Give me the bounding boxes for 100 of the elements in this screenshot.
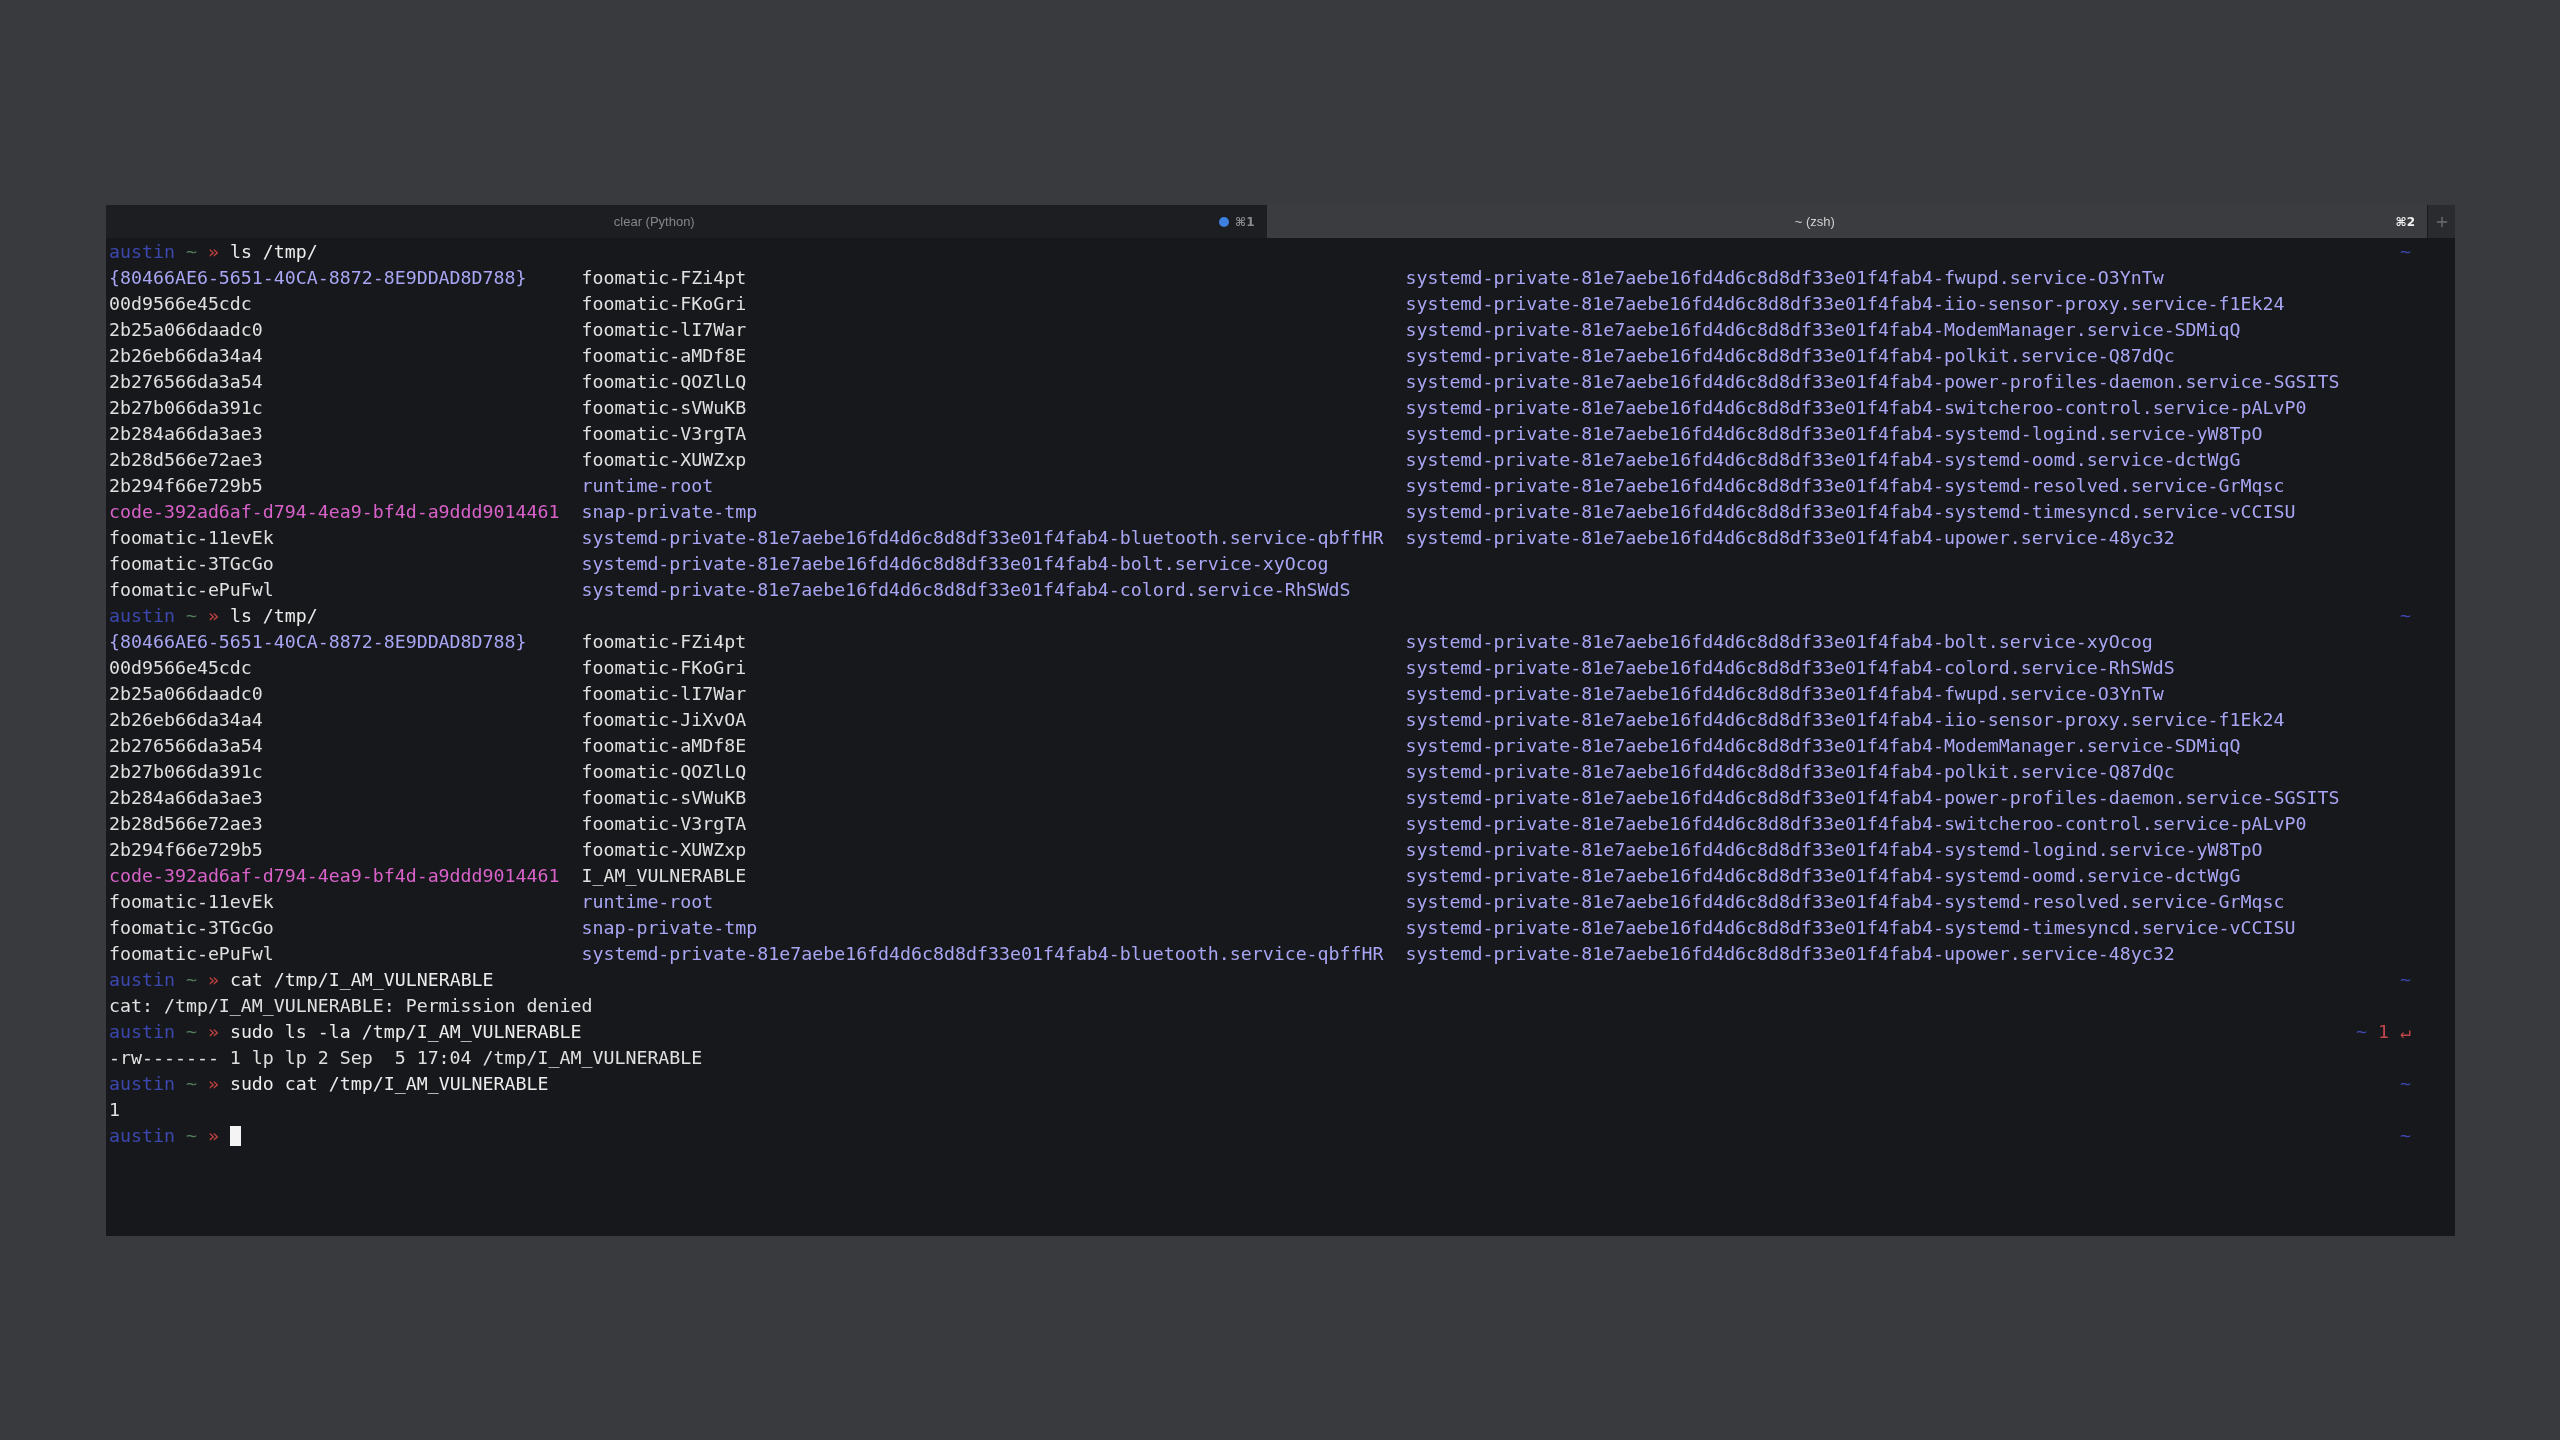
- directory-name: systemd-private-81e7aebe16fd4d6c8d8df33e01f4fab4-switcheroo-control.service-pALvP0: [1405, 397, 2307, 418]
- directory-name: systemd-private-81e7aebe16fd4d6c8d8df33e01f4fab4-bluetooth.service-qbffHR: [581, 943, 1384, 964]
- socket-name: code-392ad6af-d794-4ea9-bf4d-a9ddd9014461: [109, 501, 560, 522]
- directory-name: systemd-private-81e7aebe16fd4d6c8d8df33e01f4fab4-fwupd.service-O3YnTw: [1405, 683, 2164, 704]
- file-name: foomatic-FZi4pt: [581, 631, 747, 652]
- file-name: foomatic-V3rgTA: [581, 423, 747, 444]
- prompt-symbol: »: [207, 1072, 219, 1096]
- file-name: 2b284a66da3ae3: [109, 787, 263, 808]
- file-name: foomatic-QOZlLQ: [581, 371, 747, 392]
- file-name: foomatic-QOZlLQ: [581, 761, 747, 782]
- file-name: foomatic-FZi4pt: [581, 267, 747, 288]
- directory-name: systemd-private-81e7aebe16fd4d6c8d8df33e01f4fab4-fwupd.service-O3YnTw: [1405, 267, 2164, 288]
- file-name: 2b27b066da391c: [109, 761, 263, 782]
- file-name: foomatic-sVWuKB: [581, 397, 747, 418]
- directory-name: systemd-private-81e7aebe16fd4d6c8d8df33e01f4fab4-iio-sensor-proxy.service-f1Ek24: [1405, 709, 2285, 730]
- output-line: -rw------- 1 lp lp 2 Sep 5 17:04 /tmp/I_AM_VULNERABLE: [109, 1047, 703, 1068]
- file-name: foomatic-lI7War: [581, 683, 747, 704]
- directory-name: systemd-private-81e7aebe16fd4d6c8d8df33e01f4fab4-colord.service-RhSWdS: [581, 579, 1351, 600]
- file-name: 2b294f66e729b5: [109, 475, 263, 496]
- command-text: ls /tmp/: [229, 240, 318, 264]
- directory-name: systemd-private-81e7aebe16fd4d6c8d8df33e01f4fab4-systemd-logind.service-yW8TpO: [1405, 839, 2263, 860]
- file-name: 2b294f66e729b5: [109, 839, 263, 860]
- right-prompt-path: ~: [2356, 1020, 2368, 1044]
- file-name: foomatic-XUWZxp: [581, 839, 747, 860]
- prompt-path: ~: [185, 1124, 197, 1148]
- command-text: sudo cat /tmp/I_AM_VULNERABLE: [229, 1072, 549, 1096]
- file-name: 2b276566da3a54: [109, 371, 263, 392]
- right-prompt-path: ~: [2400, 968, 2411, 992]
- directory-name: systemd-private-81e7aebe16fd4d6c8d8df33e01f4fab4-bolt.service-xyOcog: [581, 553, 1329, 574]
- shortcut-label: ⌘2: [2395, 213, 2415, 231]
- socket-name: code-392ad6af-d794-4ea9-bf4d-a9ddd9014461: [109, 865, 560, 886]
- file-name: foomatic-3TGcGo: [109, 917, 274, 938]
- file-name: 2b284a66da3ae3: [109, 423, 263, 444]
- file-name: foomatic-lI7War: [581, 319, 747, 340]
- prompt-path: ~: [185, 604, 197, 628]
- prompt-symbol: »: [207, 240, 219, 264]
- directory-name: systemd-private-81e7aebe16fd4d6c8d8df33e01f4fab4-upower.service-48yc32: [1405, 943, 2175, 964]
- command-text: cat /tmp/I_AM_VULNERABLE: [229, 968, 494, 992]
- prompt-path: ~: [185, 1020, 197, 1044]
- file-name: 2b28d566e72ae3: [109, 813, 263, 834]
- prompt-symbol: »: [207, 604, 219, 628]
- prompt-user: austin: [109, 604, 175, 628]
- directory-name: systemd-private-81e7aebe16fd4d6c8d8df33e01f4fab4-systemd-timesyncd.service-vCCISU: [1405, 501, 2296, 522]
- file-name: foomatic-aMDf8E: [581, 735, 747, 756]
- tab[interactable]: ~ (zsh) ⌘2: [1266, 205, 2427, 238]
- directory-name: {80466AE6-5651-40CA-8872-8E9DDAD8D788}: [109, 631, 527, 652]
- file-name: 2b27b066da391c: [109, 397, 263, 418]
- command-text: ls /tmp/: [229, 604, 318, 628]
- output-line: cat: /tmp/I_AM_VULNERABLE: Permission denied: [109, 995, 593, 1016]
- file-name: foomatic-XUWZxp: [581, 449, 747, 470]
- right-prompt-path: ~: [2400, 604, 2411, 628]
- prompt-path: ~: [185, 1072, 197, 1096]
- file-name: 00d9566e45cdc: [109, 293, 252, 314]
- file-name: foomatic-FKoGri: [581, 293, 747, 314]
- prompt-symbol: »: [207, 1020, 219, 1044]
- prompt-user: austin: [109, 1072, 175, 1096]
- file-name: foomatic-ePuFwl: [109, 579, 274, 600]
- directory-name: systemd-private-81e7aebe16fd4d6c8d8df33e01f4fab4-systemd-logind.service-yW8TpO: [1405, 423, 2263, 444]
- prompt-path: ~: [185, 968, 197, 992]
- directory-name: systemd-private-81e7aebe16fd4d6c8d8df33e01f4fab4-ModemManager.service-SDMiqQ: [1405, 735, 2241, 756]
- file-name: 2b25a066daadc0: [109, 683, 263, 704]
- directory-name: snap-private-tmp: [581, 917, 758, 938]
- prompt-user: austin: [109, 240, 175, 264]
- right-prompt-path: ~: [2400, 1124, 2411, 1148]
- directory-name: runtime-root: [581, 475, 714, 496]
- file-name: foomatic-ePuFwl: [109, 943, 274, 964]
- file-name: 2b28d566e72ae3: [109, 449, 263, 470]
- directory-name: systemd-private-81e7aebe16fd4d6c8d8df33e01f4fab4-systemd-resolved.service-GrMqsc: [1405, 475, 2285, 496]
- directory-name: systemd-private-81e7aebe16fd4d6c8d8df33e01f4fab4-colord.service-RhSWdS: [1405, 657, 2175, 678]
- file-name: 2b26eb66da34a4: [109, 709, 263, 730]
- prompt-user: austin: [109, 968, 175, 992]
- file-name: foomatic-11evEk: [109, 527, 274, 548]
- directory-name: systemd-private-81e7aebe16fd4d6c8d8df33e01f4fab4-systemd-timesyncd.service-vCCISU: [1405, 917, 2296, 938]
- directory-name: systemd-private-81e7aebe16fd4d6c8d8df33e01f4fab4-switcheroo-control.service-pALvP0: [1405, 813, 2307, 834]
- file-name: foomatic-FKoGri: [581, 657, 747, 678]
- prompt-path: ~: [185, 240, 197, 264]
- file-name: foomatic-3TGcGo: [109, 553, 274, 574]
- directory-name: systemd-private-81e7aebe16fd4d6c8d8df33e01f4fab4-systemd-oomd.service-dctWgG: [1405, 865, 2241, 886]
- file-name: 2b26eb66da34a4: [109, 345, 263, 366]
- directory-name: systemd-private-81e7aebe16fd4d6c8d8df33e01f4fab4-upower.service-48yc32: [1405, 527, 2175, 548]
- directory-name: systemd-private-81e7aebe16fd4d6c8d8df33e01f4fab4-ModemManager.service-SDMiqQ: [1405, 319, 2241, 340]
- file-name: foomatic-aMDf8E: [581, 345, 747, 366]
- directory-name: systemd-private-81e7aebe16fd4d6c8d8df33e01f4fab4-polkit.service-Q87dQc: [1405, 761, 2175, 782]
- file-name: foomatic-11evEk: [109, 891, 274, 912]
- file-name: I_AM_VULNERABLE: [581, 865, 747, 886]
- prompt-user: austin: [109, 1020, 175, 1044]
- shortcut-label: ⌘1: [1235, 213, 1255, 231]
- prompt-user: austin: [109, 1124, 175, 1148]
- new-tab-button[interactable]: [2427, 205, 2455, 238]
- file-name: foomatic-V3rgTA: [581, 813, 747, 834]
- right-prompt-path: ~: [2400, 240, 2411, 264]
- output-line: 1: [109, 1099, 120, 1120]
- directory-name: systemd-private-81e7aebe16fd4d6c8d8df33e01f4fab4-bluetooth.service-qbffHR: [581, 527, 1384, 548]
- directory-name: systemd-private-81e7aebe16fd4d6c8d8df33e01f4fab4-iio-sensor-proxy.service-f1Ek24: [1405, 293, 2285, 314]
- directory-name: runtime-root: [581, 891, 714, 912]
- file-name: 00d9566e45cdc: [109, 657, 252, 678]
- directory-name: systemd-private-81e7aebe16fd4d6c8d8df33e01f4fab4-systemd-oomd.service-dctWgG: [1405, 449, 2241, 470]
- directory-name: systemd-private-81e7aebe16fd4d6c8d8df33e01f4fab4-power-profiles-daemon.service-SGSITS: [1405, 371, 2340, 392]
- directory-name: snap-private-tmp: [581, 501, 758, 522]
- exit-status: 1 ↵: [2378, 1020, 2411, 1044]
